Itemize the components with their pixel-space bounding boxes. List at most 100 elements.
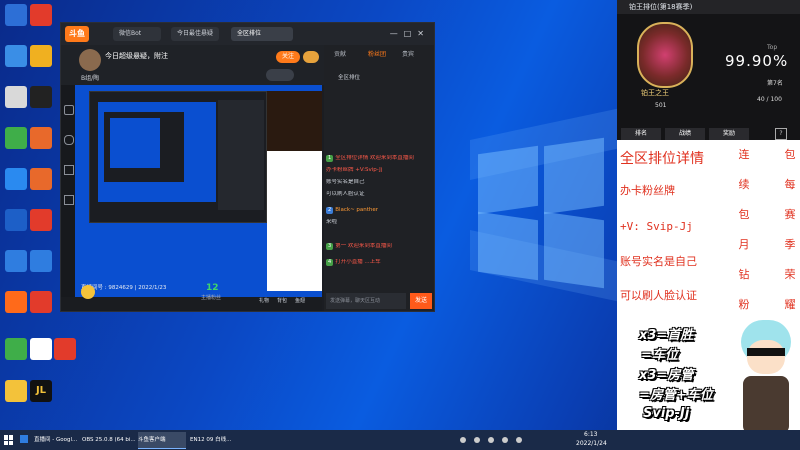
nav-video-icon[interactable]: [64, 195, 74, 205]
rank-panel: 铂王排位(第18赛季) 铂王之王 501 Top 99.90% 第7名 40 /…: [617, 0, 800, 140]
tab-2[interactable]: 今日最佳悬疑: [171, 27, 219, 41]
tray-icon[interactable]: [502, 437, 508, 443]
streamer-name[interactable]: B组/陶: [81, 73, 99, 82]
desktop-icon-14[interactable]: [30, 250, 52, 272]
desktop-icon-10[interactable]: [30, 168, 52, 190]
trophy-icon[interactable]: [81, 285, 95, 299]
nav-home-icon[interactable]: [64, 105, 74, 115]
sticker-line-1: x3=首胜: [639, 328, 694, 343]
minimize-icon[interactable]: —: [390, 29, 404, 38]
douyu-client-window: 斗鱼 微信Bot 今日最佳悬疑 全区排位 —□✕ 今日超级悬疑，附注 B组/陶 …: [60, 22, 435, 312]
desktop-icon-16[interactable]: [30, 291, 52, 313]
nested-window: [89, 91, 267, 223]
title-bar: 斗鱼 微信Bot 今日最佳悬疑 全区排位 —□✕: [61, 23, 434, 45]
sticker-line-2: =车位: [641, 348, 678, 363]
chat-line: 来啦: [326, 219, 338, 225]
app-logo[interactable]: 斗鱼: [65, 26, 89, 42]
tray-icon[interactable]: [516, 437, 522, 443]
tab-3[interactable]: 全区排位: [231, 27, 293, 41]
desktop-icon-17[interactable]: [5, 338, 27, 360]
desktop-icon-6[interactable]: [30, 86, 52, 108]
sticker-line-5: Svip-Jj: [643, 406, 690, 421]
taskbar-item-4[interactable]: EN12 09 白线...: [190, 432, 242, 448]
rank-button-3[interactable]: 奖励: [709, 128, 749, 140]
send-button[interactable]: 发送: [410, 293, 432, 309]
chat-line: 2 Black~ panther: [326, 207, 379, 214]
gift-label-3[interactable]: 鱼翅: [295, 297, 305, 304]
chat-tab-1[interactable]: 贡献: [334, 49, 346, 58]
chat-line: 1 全区排位详情 欢迎来到本直播间: [326, 155, 414, 162]
rank-button-1[interactable]: 排名: [621, 128, 661, 140]
promo-line-5: 可以刷人脸认证: [620, 289, 697, 302]
rank-progress: 40 / 100: [757, 96, 782, 103]
start-icon[interactable]: [4, 435, 14, 445]
window-controls: —□✕: [390, 29, 430, 38]
taskbar-item-3[interactable]: 斗鱼客户端: [138, 432, 186, 449]
rank-emblem-icon: [637, 22, 693, 88]
promo-line-1: 全区排位详情: [620, 151, 704, 167]
rank-name: 铂王之王: [641, 89, 669, 97]
chat-panel: 贡献 粉丝团 贵宾 全区排位 1 全区排位详情 欢迎来到本直播间 办卡粉丝牌 +V…: [324, 45, 434, 311]
desktop-icon-13[interactable]: [5, 250, 27, 272]
chat-top-badge: 全区排位: [338, 75, 361, 81]
desktop-icon-19[interactable]: [54, 338, 76, 360]
tray-icons: [460, 435, 560, 445]
promo-line-2: 办卡粉丝牌: [620, 184, 675, 197]
desktop-icon-18[interactable]: [30, 338, 52, 360]
tab-1[interactable]: 微信Bot: [113, 27, 161, 41]
taskbar: 直播间 - Googl... OBS 25.0.8 (64 bi... 斗鱼客户…: [0, 430, 800, 450]
sticker-line-3: x3=房管: [639, 368, 694, 383]
chat-tab-2[interactable]: 粉丝团: [368, 49, 386, 58]
nav-game-icon[interactable]: [64, 165, 74, 175]
desktop-icon-9[interactable]: [5, 168, 27, 190]
tray-icon[interactable]: [474, 437, 480, 443]
desktop-icon-20[interactable]: [5, 380, 27, 402]
follow-button[interactable]: 关注: [276, 51, 300, 63]
clock-date[interactable]: 2022/1/24: [576, 440, 607, 447]
desktop-icon-5[interactable]: [5, 86, 27, 108]
rank-button-2[interactable]: 战绩: [665, 128, 705, 140]
top-label: Top: [767, 44, 778, 51]
desktop-icon-8[interactable]: [30, 127, 52, 149]
taskbar-icon-1[interactable]: [20, 435, 28, 443]
chat-line: 办卡粉丝牌 +V:Svip-Jj: [326, 167, 383, 173]
taskbar-item-2[interactable]: OBS 25.0.8 (64 bi...: [82, 432, 136, 448]
rank-score: 501: [655, 102, 667, 109]
help-icon[interactable]: ?: [775, 128, 787, 140]
clock-time[interactable]: 6:13: [584, 431, 597, 438]
promo-column-2: 包每赛 季荣耀: [784, 148, 796, 311]
promo-line-4: 账号实名是自己: [620, 255, 697, 268]
desktop-icon-4[interactable]: [30, 45, 52, 67]
desktop-icon-12[interactable]: [30, 209, 52, 231]
desktop-icon-3[interactable]: [5, 45, 27, 67]
close-icon[interactable]: ✕: [417, 29, 430, 38]
game-panel-mini: [267, 91, 322, 151]
sticker-line-4: =房管+车位: [639, 388, 713, 403]
taskbar-item-1[interactable]: 直播间 - Googl...: [34, 432, 80, 448]
tray-icon[interactable]: [488, 437, 494, 443]
nav-follow-icon[interactable]: [64, 135, 74, 145]
windows-logo: [478, 137, 608, 289]
desktop-icon-7[interactable]: [5, 127, 27, 149]
room-title: 今日超级悬疑，附注: [105, 52, 168, 60]
chat-tab-3[interactable]: 贵宾: [402, 49, 414, 58]
tray-icon[interactable]: [460, 437, 466, 443]
desktop-icon-1[interactable]: [5, 4, 27, 26]
desktop-icon-2[interactable]: [30, 4, 52, 26]
rank-panel-header: 铂王排位(第18赛季): [617, 0, 800, 14]
desktop-icon-15[interactable]: [5, 291, 27, 313]
gift-label-2[interactable]: 背包: [277, 297, 287, 304]
chat-input[interactable]: 发送弹幕，聊天区互动: [326, 293, 406, 309]
chat-line: 4 打开小直播 ...上车: [326, 259, 381, 266]
promo-mini: [267, 151, 322, 291]
stream-video[interactable]: 直播间号 : 9824629 | 2022/1/23: [75, 85, 322, 297]
gift-label-1[interactable]: 礼物: [259, 297, 269, 304]
desktop-icon-21[interactable]: JL: [30, 380, 52, 402]
chat-line: 账号实名是自己: [326, 179, 365, 185]
fans-count: 12: [206, 283, 219, 293]
desktop-icon-11[interactable]: [5, 209, 27, 231]
avatar[interactable]: [79, 49, 101, 71]
maximize-icon[interactable]: □: [404, 29, 418, 38]
share-pill[interactable]: [266, 69, 294, 81]
gift-pill[interactable]: [303, 51, 319, 63]
